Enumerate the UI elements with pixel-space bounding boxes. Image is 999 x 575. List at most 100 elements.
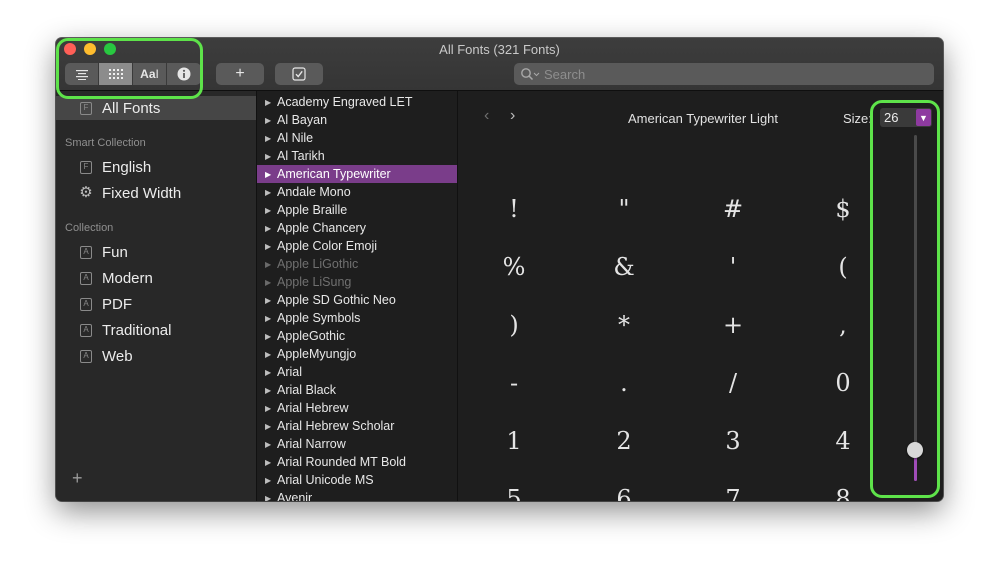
glyph-cell[interactable]: + (703, 311, 763, 339)
font-list-item[interactable]: ▶ Andale Mono (257, 183, 457, 201)
glyph-cell[interactable]: 8 (813, 485, 873, 501)
disclosure-triangle-icon[interactable]: ▶ (265, 260, 274, 269)
sidebar-item-web[interactable]: A Web (56, 344, 256, 368)
sidebar-item-traditional[interactable]: A Traditional (56, 318, 256, 342)
glyph-cell[interactable]: / (703, 369, 763, 397)
size-slider-knob[interactable] (907, 441, 923, 458)
sidebar-item-fixed-width[interactable]: ⚙ Fixed Width (56, 181, 256, 205)
disclosure-triangle-icon[interactable]: ▶ (265, 170, 274, 179)
disclosure-triangle-icon[interactable]: ▶ (265, 242, 274, 251)
sidebar-item-modern[interactable]: A Modern (56, 266, 256, 290)
font-list-item[interactable]: ▶ Arial (257, 363, 457, 381)
disclosure-triangle-icon[interactable]: ▶ (265, 296, 274, 305)
glyph-cell[interactable]: % (484, 253, 544, 281)
font-list-item[interactable]: ▶ Arial Unicode MS (257, 471, 457, 489)
sidebar-item-fun[interactable]: A Fun (56, 240, 256, 264)
font-list-item[interactable]: ▶ Avenir (257, 489, 457, 501)
disclosure-triangle-icon[interactable]: ▶ (265, 368, 274, 377)
font-family-name: Arial (277, 365, 303, 379)
glyph-cell[interactable]: 7 (703, 485, 763, 501)
font-list-item[interactable]: ▶ Apple Chancery (257, 219, 457, 237)
font-list-item[interactable]: ▶ Apple Color Emoji (257, 237, 457, 255)
disclosure-triangle-icon[interactable]: ▶ (265, 476, 274, 485)
disclosure-triangle-icon[interactable]: ▶ (265, 422, 274, 431)
glyph-cell[interactable]: ' (703, 253, 763, 281)
font-list-item[interactable]: ▶ Apple LiSung (257, 273, 457, 291)
grid-view-button[interactable] (99, 63, 133, 85)
disclosure-triangle-icon[interactable]: ▶ (265, 350, 274, 359)
font-list-item[interactable]: ▶ Apple LiGothic (257, 255, 457, 273)
disclosure-triangle-icon[interactable]: ▶ (265, 224, 274, 233)
size-value[interactable]: 26 (880, 110, 916, 125)
disclosure-triangle-icon[interactable]: ▶ (265, 314, 274, 323)
font-list-item[interactable]: ▶ Al Nile (257, 129, 457, 147)
search-icon (521, 68, 540, 81)
chevron-down-icon[interactable]: ▼ (915, 109, 931, 126)
glyph-cell[interactable]: ( (813, 253, 873, 281)
font-list-item[interactable]: ▶ Arial Hebrew (257, 399, 457, 417)
add-font-button[interactable]: + (216, 63, 264, 85)
font-list-item[interactable]: ▶ Apple Symbols (257, 309, 457, 327)
glyph-cell[interactable]: 1 (484, 427, 544, 455)
disclosure-triangle-icon[interactable]: ▶ (265, 440, 274, 449)
disclosure-triangle-icon[interactable]: ▶ (265, 458, 274, 467)
glyph-cell[interactable]: " (594, 195, 654, 223)
info-icon (177, 67, 191, 81)
disclosure-triangle-icon[interactable]: ▶ (265, 116, 274, 125)
glyph-cell[interactable]: 5 (484, 485, 544, 501)
glyph-cell[interactable]: 3 (703, 427, 763, 455)
font-family-name: Al Bayan (277, 113, 328, 127)
glyph-cell[interactable]: ! (484, 195, 544, 223)
disclosure-triangle-icon[interactable]: ▶ (265, 134, 274, 143)
glyph-cell[interactable]: ) (484, 311, 544, 339)
font-family-name: AppleMyungjo (277, 347, 357, 361)
collection-icon: A (80, 297, 92, 311)
size-slider[interactable] (914, 135, 917, 481)
glyph-cell[interactable]: $ (813, 195, 873, 223)
font-list-item[interactable]: ▶ Academy Engraved LET (257, 93, 457, 111)
glyph-cell[interactable]: - (484, 369, 544, 397)
sample-view-button[interactable]: AaI (133, 63, 167, 85)
font-list-item[interactable]: ▶ Al Bayan (257, 111, 457, 129)
glyph-cell[interactable]: 2 (594, 427, 654, 455)
search-field[interactable] (514, 63, 934, 85)
forward-arrow-icon[interactable]: › (510, 107, 515, 125)
back-arrow-icon[interactable]: ‹ (484, 107, 489, 125)
disclosure-triangle-icon[interactable]: ▶ (265, 152, 274, 161)
glyph-cell[interactable]: . (594, 369, 654, 397)
info-view-button[interactable] (167, 63, 201, 85)
font-list-item[interactable]: ▶ Arial Black (257, 381, 457, 399)
disclosure-triangle-icon[interactable]: ▶ (265, 188, 274, 197)
disclosure-triangle-icon[interactable]: ▶ (265, 494, 274, 502)
font-list-item[interactable]: ▶ Al Tarikh (257, 147, 457, 165)
glyph-cell[interactable]: * (594, 311, 654, 339)
size-combobox[interactable]: 26 ▼ (880, 108, 932, 127)
search-input[interactable] (544, 66, 904, 82)
font-list-item[interactable]: ▶ Apple SD Gothic Neo (257, 291, 457, 309)
disclosure-triangle-icon[interactable]: ▶ (265, 206, 274, 215)
glyph-cell[interactable]: 4 (813, 427, 873, 455)
font-list-item[interactable]: ▶ Arial Rounded MT Bold (257, 453, 457, 471)
font-list-item[interactable]: ▶ AppleMyungjo (257, 345, 457, 363)
font-list-item[interactable]: ▶ Arial Narrow (257, 435, 457, 453)
disclosure-triangle-icon[interactable]: ▶ (265, 332, 274, 341)
glyph-cell[interactable]: , (813, 311, 873, 339)
disclosure-triangle-icon[interactable]: ▶ (265, 278, 274, 287)
sidebar-item-all-fonts[interactable]: F All Fonts (56, 96, 256, 120)
font-list-item[interactable]: ▶ Arial Hebrew Scholar (257, 417, 457, 435)
glyph-cell[interactable]: 0 (813, 369, 873, 397)
font-list-item[interactable]: ▶ American Typewriter (257, 165, 457, 183)
glyph-cell[interactable]: # (703, 195, 763, 223)
add-collection-button[interactable]: + (72, 468, 83, 489)
disclosure-triangle-icon[interactable]: ▶ (265, 98, 274, 107)
enable-font-button[interactable] (275, 63, 323, 85)
font-list-item[interactable]: ▶ Apple Braille (257, 201, 457, 219)
glyph-cell[interactable]: & (594, 253, 654, 281)
disclosure-triangle-icon[interactable]: ▶ (265, 404, 274, 413)
glyph-cell[interactable]: 6 (594, 485, 654, 501)
font-list-item[interactable]: ▶ AppleGothic (257, 327, 457, 345)
sidebar-item-english[interactable]: F English (56, 155, 256, 179)
disclosure-triangle-icon[interactable]: ▶ (265, 386, 274, 395)
sidebar-item-pdf[interactable]: A PDF (56, 292, 256, 316)
list-view-button[interactable] (65, 63, 99, 85)
